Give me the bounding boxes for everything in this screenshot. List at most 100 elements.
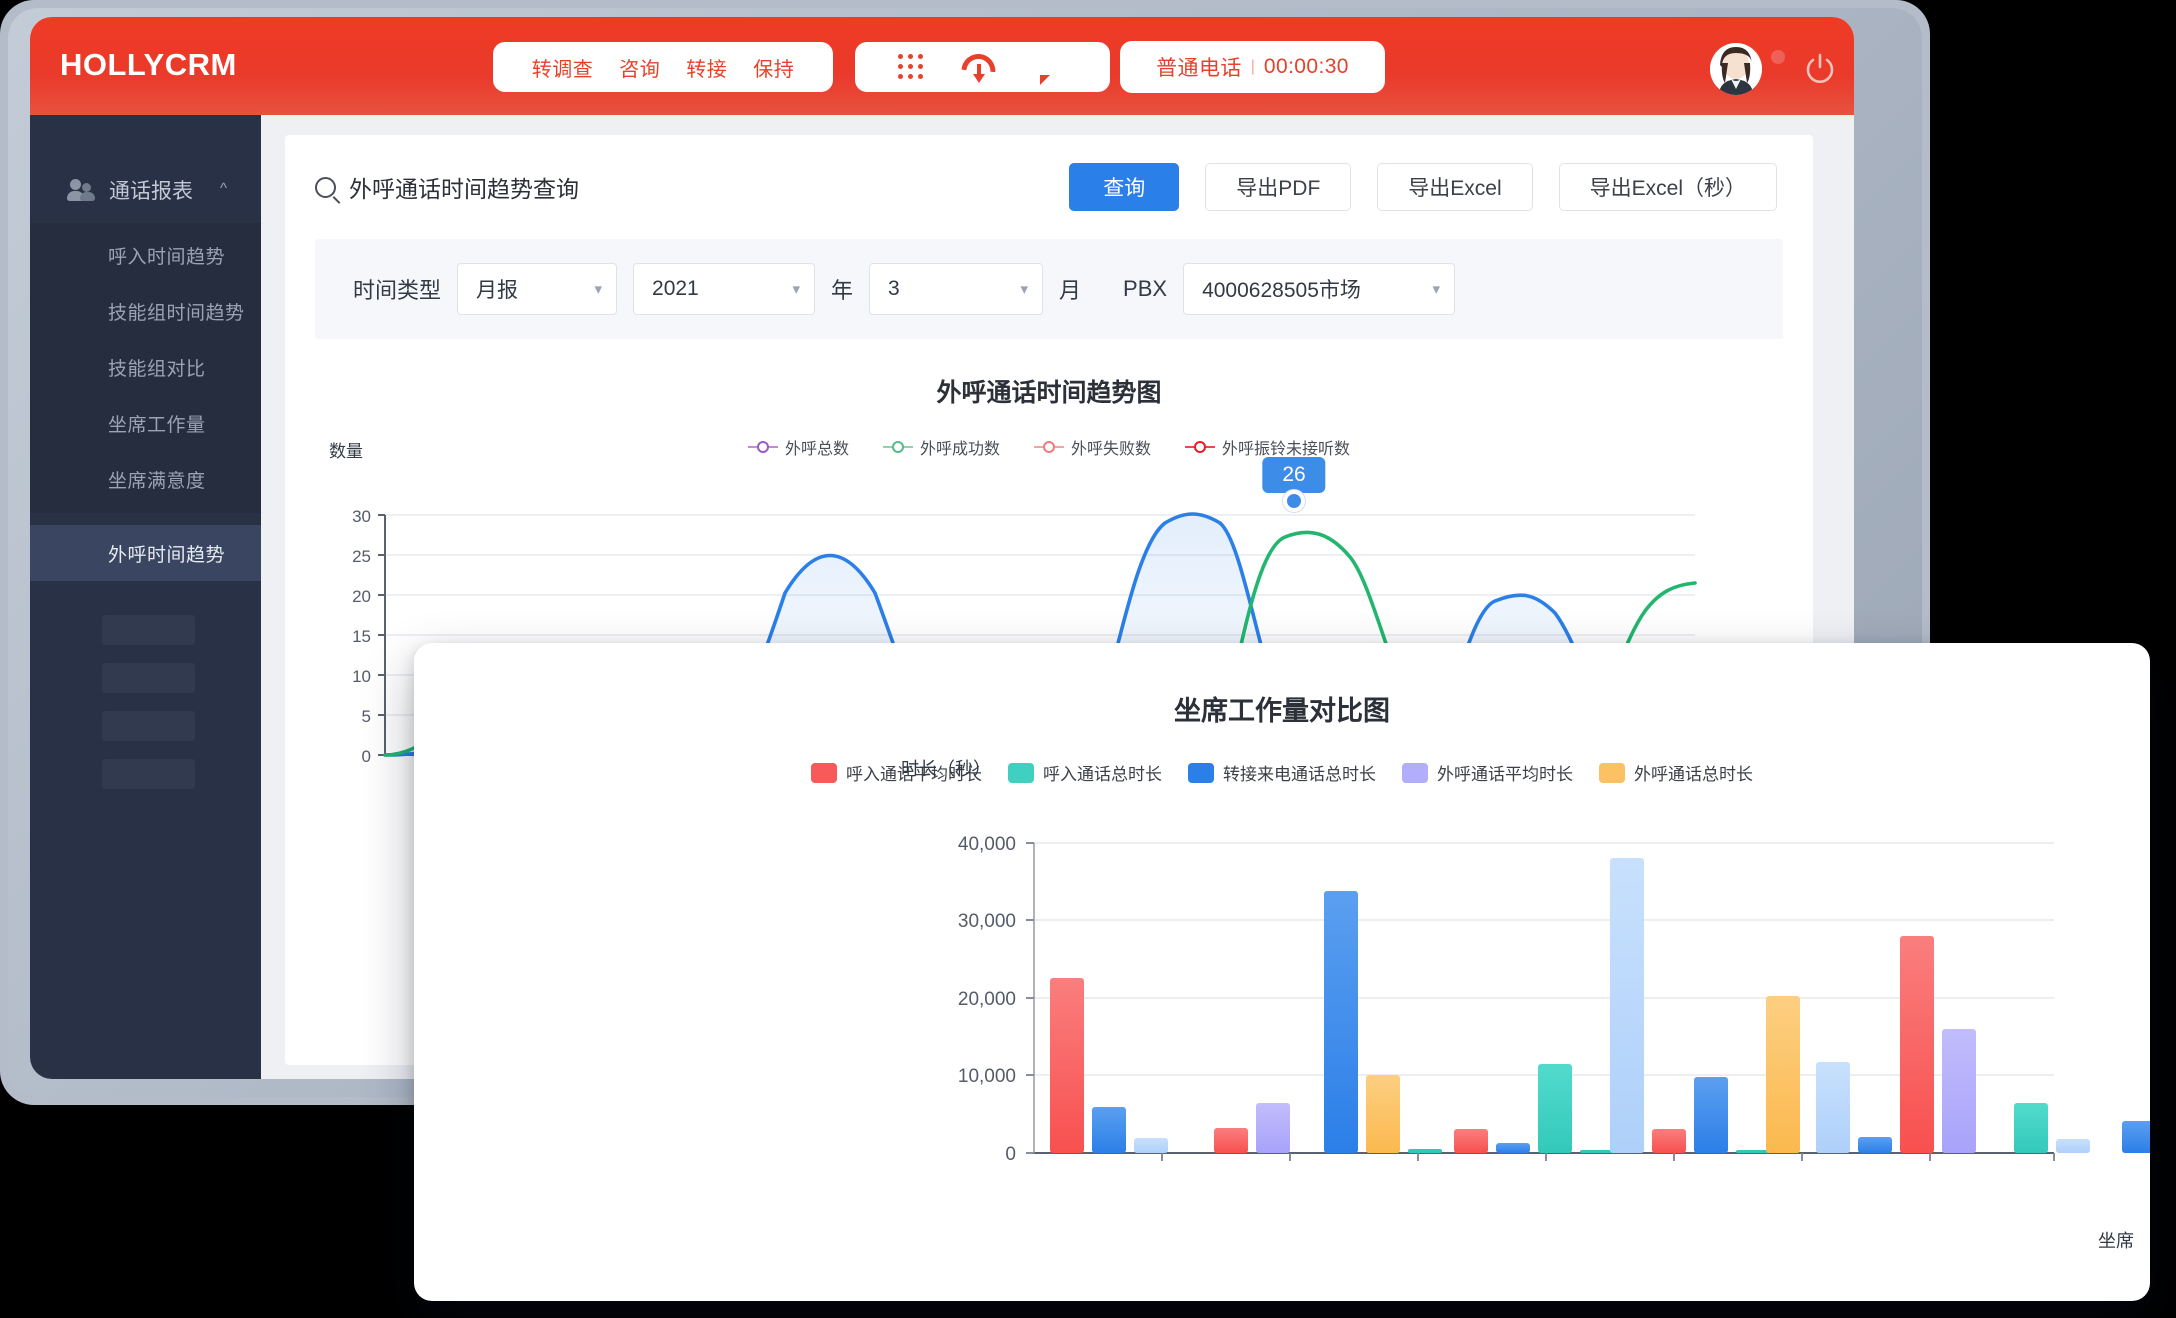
- legend-label: 转接来电通话总时长: [1223, 765, 1376, 784]
- legend-item[interactable]: 外呼通话平均时长: [1402, 760, 1573, 785]
- legend-label: 呼入通话总时长: [1043, 765, 1162, 784]
- month-select[interactable]: 3 ▾: [869, 263, 1044, 315]
- time-type-select[interactable]: 月报 ▾: [457, 263, 618, 315]
- pbx-value: 4000628505市场: [1202, 279, 1361, 302]
- svg-text:10: 10: [352, 667, 371, 686]
- avatar-status-dot: [1771, 50, 1785, 64]
- legend-item[interactable]: 呼入通话总时长: [1008, 760, 1162, 785]
- call-status-pill: 普通电话 | 00:00:30: [1120, 41, 1385, 93]
- sidebar-item-agent-satisfaction[interactable]: 坐席满意度: [30, 451, 261, 507]
- legend-item[interactable]: 外呼通话总时长: [1599, 760, 1753, 785]
- users-icon: [67, 179, 98, 201]
- time-type-label: 时间类型: [353, 278, 442, 303]
- legend-item[interactable]: 外呼总数: [747, 435, 849, 459]
- toolbar-buttons: 查询 导出PDF 导出Excel 导出Excel（秒）: [1069, 163, 1777, 211]
- svg-text:25: 25: [352, 547, 371, 566]
- legend-swatch-icon: [1188, 762, 1214, 783]
- sidebar-submenu: 呼入时间趋势 技能组时间趋势 技能组对比 坐席工作量 坐席满意度: [30, 223, 261, 513]
- action-transfer-survey[interactable]: 转调查: [532, 53, 594, 82]
- legend-item[interactable]: 外呼成功数: [882, 435, 1000, 459]
- avatar[interactable]: [1710, 43, 1762, 95]
- sidebar-item-label: 技能组时间趋势: [108, 302, 245, 324]
- legend-label: 外呼总数: [784, 441, 849, 458]
- svg-text:30: 30: [352, 507, 371, 526]
- legend-swatch-icon: [1402, 762, 1428, 783]
- power-icon[interactable]: [1805, 53, 1835, 85]
- chart-highlight-point: [1283, 490, 1305, 512]
- sidebar-item-label: 外呼时间趋势: [108, 544, 226, 566]
- sidebar-placeholder: [102, 711, 195, 741]
- bar: [1736, 1150, 1770, 1153]
- bar: [1324, 891, 1358, 1153]
- action-hold[interactable]: 保持: [753, 53, 794, 82]
- legend-swatch-icon: [1008, 762, 1034, 783]
- bar: [1092, 1107, 1126, 1153]
- svg-text:20: 20: [352, 587, 371, 606]
- bar: [1366, 1075, 1400, 1153]
- y-axis-ticks: [378, 514, 385, 756]
- legend-marker-icon: [747, 440, 778, 454]
- dialpad-icon[interactable]: [897, 54, 924, 80]
- bar-group: [1816, 936, 1976, 1153]
- search-icon: [315, 176, 336, 198]
- chart-y-axis-label: 时长（秒）: [901, 759, 991, 779]
- legend-item[interactable]: 外呼振铃未接听数: [1185, 435, 1350, 459]
- year-select[interactable]: 2021 ▾: [633, 263, 816, 315]
- svg-text:40,000: 40,000: [958, 834, 1016, 855]
- legend-label: 外呼振铃未接听数: [1222, 441, 1351, 458]
- bar: [1538, 1064, 1572, 1153]
- bar: [1816, 1062, 1850, 1153]
- svg-text:0: 0: [362, 747, 371, 766]
- legend-marker-icon: [1034, 440, 1064, 454]
- sidebar: 通话报表 ^ 呼入时间趋势 技能组时间趋势 技能组对比 坐席工作量 坐席满意度: [30, 115, 261, 1079]
- call-status-separator: |: [1250, 58, 1255, 75]
- bar-group: [1324, 891, 1442, 1153]
- chat-icon[interactable]: [1034, 53, 1068, 85]
- sidebar-item-label: 坐席工作量: [108, 414, 206, 436]
- bar: [1942, 1029, 1976, 1153]
- legend-label: 外呼失败数: [1071, 441, 1152, 458]
- hangup-icon[interactable]: [960, 52, 997, 83]
- app-header: HOLLYCRM 转调查 咨询 转接 保持 普通电话 | 00:00:30: [30, 17, 1854, 115]
- action-consult[interactable]: 咨询: [619, 53, 660, 82]
- export-excel-seconds-button[interactable]: 导出Excel（秒）: [1558, 163, 1777, 211]
- sidebar-item-label: 坐席满意度: [108, 470, 206, 492]
- legend-item[interactable]: 外呼失败数: [1034, 435, 1151, 459]
- action-transfer[interactable]: 转接: [686, 53, 727, 82]
- month-unit-label: 月: [1059, 278, 1082, 303]
- svg-text:30,000: 30,000: [958, 911, 1016, 932]
- bar: [1134, 1138, 1168, 1153]
- sidebar-placeholder: [102, 759, 195, 789]
- sidebar-item-inbound-trend[interactable]: 呼入时间趋势: [30, 227, 261, 283]
- pbx-select[interactable]: 4000628505市场 ▾: [1183, 263, 1456, 315]
- year-value: 2021: [652, 277, 699, 300]
- filter-bar: 时间类型 月报 ▾ 2021 ▾ 年 3 ▾ 月 PBX 4000628505市…: [315, 239, 1783, 339]
- chevron-down-icon: ▾: [594, 281, 603, 298]
- call-actions-group: 转调查 咨询 转接 保持: [493, 42, 833, 92]
- bar: [1214, 1128, 1248, 1153]
- sidebar-item-label: 技能组对比: [108, 358, 206, 380]
- bar: [1652, 1129, 1686, 1153]
- sidebar-group-header[interactable]: 通话报表 ^: [67, 175, 261, 205]
- svg-text:5: 5: [362, 707, 371, 726]
- chevron-up-icon[interactable]: ^: [220, 180, 227, 197]
- export-pdf-button[interactable]: 导出PDF: [1205, 163, 1352, 211]
- legend-item[interactable]: 转接来电通话总时长: [1188, 760, 1376, 785]
- legend-marker-icon: [1185, 440, 1216, 454]
- sidebar-item-skillgroup-compare[interactable]: 技能组对比: [30, 339, 261, 395]
- y-tick-labels: 40,000 30,000 20,000 10,000 0: [958, 834, 1016, 1165]
- pbx-label: PBX: [1123, 276, 1168, 301]
- bar: [2014, 1103, 2048, 1153]
- sidebar-item-skillgroup-trend[interactable]: 技能组时间趋势: [30, 283, 261, 339]
- y-axis-ticks: [1026, 842, 1034, 1154]
- legend-label: 外呼成功数: [919, 441, 1000, 458]
- chevron-down-icon: ▾: [1020, 281, 1029, 298]
- bar: [2056, 1139, 2090, 1153]
- query-button[interactable]: 查询: [1069, 163, 1180, 211]
- sidebar-placeholders: [30, 615, 261, 789]
- svg-text:20,000: 20,000: [958, 989, 1016, 1010]
- sidebar-item-agent-workload[interactable]: 坐席工作量: [30, 395, 261, 451]
- export-excel-button[interactable]: 导出Excel: [1377, 163, 1533, 211]
- sidebar-item-outbound-trend[interactable]: 外呼时间趋势: [30, 525, 261, 581]
- chart-legend: 呼入通话平均时长 呼入通话总时长 转接来电通话总时长 外呼通话平均时长 外呼通话…: [414, 760, 2150, 785]
